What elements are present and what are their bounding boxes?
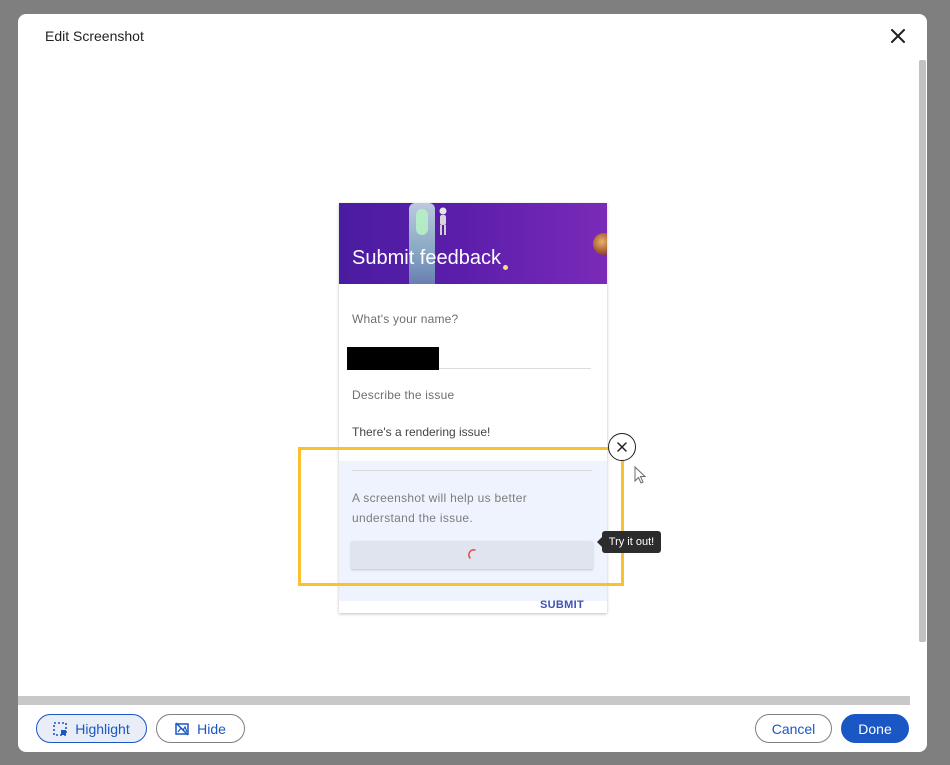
- hide-tool-button[interactable]: Hide: [156, 714, 245, 743]
- banner-title: Submit feedback: [352, 247, 501, 269]
- close-icon: [891, 29, 905, 43]
- redacted-name-value: [347, 347, 439, 370]
- hide-label: Hide: [197, 720, 226, 737]
- cancel-button[interactable]: Cancel: [755, 714, 832, 743]
- dialog-title: Edit Screenshot: [45, 28, 144, 44]
- try-it-out-tooltip: Try it out!: [597, 531, 661, 553]
- done-label: Done: [858, 720, 892, 737]
- hide-region-icon: [175, 721, 189, 736]
- name-question-label: What's your name?: [352, 312, 459, 326]
- mouse-cursor-icon: [634, 466, 647, 484]
- issue-question-label: Describe the issue: [352, 388, 455, 402]
- horizontal-scrollbar[interactable]: [18, 696, 910, 705]
- highlight-selection-box[interactable]: [298, 447, 624, 586]
- name-field-underline: [439, 368, 591, 369]
- done-button[interactable]: Done: [841, 714, 909, 743]
- star-graphic: [503, 265, 508, 270]
- highlight-select-icon: [53, 721, 68, 736]
- remove-highlight-button[interactable]: [608, 433, 636, 461]
- highlight-label: Highlight: [75, 720, 130, 737]
- highlight-tool-button[interactable]: Highlight: [36, 714, 147, 743]
- close-dialog-button[interactable]: [886, 24, 910, 48]
- issue-description-value: There's a rendering issue!: [352, 425, 491, 439]
- feedback-banner: Submit feedback: [339, 203, 607, 284]
- banner-glow-graphic: [416, 209, 428, 235]
- vertical-scrollbar-thumb[interactable]: [919, 60, 926, 642]
- astronaut-icon: [439, 207, 447, 235]
- submit-link: SUBMIT: [540, 599, 584, 611]
- edit-screenshot-dialog: Edit Screenshot Submit feedback What's y…: [18, 14, 927, 752]
- planet-graphic: [593, 233, 607, 255]
- cancel-label: Cancel: [771, 720, 816, 737]
- close-icon: [617, 442, 627, 452]
